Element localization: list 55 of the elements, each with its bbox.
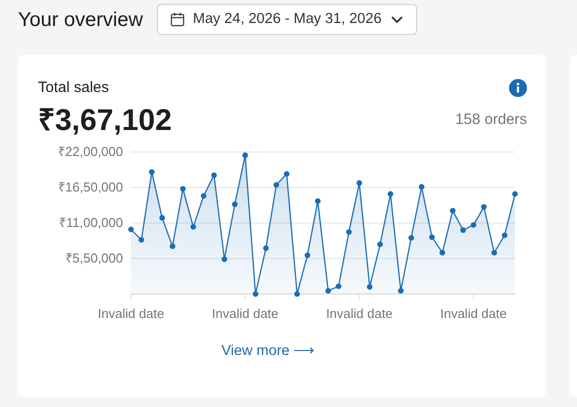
data-point (200, 192, 206, 198)
data-point (356, 180, 362, 186)
total-sales-value: ₹3,67,102 (38, 106, 172, 136)
data-point (170, 242, 176, 249)
data-point (450, 207, 456, 214)
data-point (304, 252, 310, 258)
data-point (429, 234, 435, 240)
data-point (284, 170, 290, 176)
data-point (159, 214, 165, 220)
data-point (418, 184, 424, 190)
x-axis-label: Invalid date (440, 306, 507, 320)
view-more-link[interactable]: View more ⟶ (221, 340, 316, 362)
orders-count: 158 orders (455, 110, 527, 130)
data-point (398, 287, 404, 294)
data-point (128, 226, 134, 232)
data-point (148, 168, 155, 174)
y-axis-label: ₹11,00,000 (59, 214, 123, 230)
data-point (470, 222, 476, 228)
data-point (336, 282, 342, 289)
x-axis-label: Invalid date (326, 306, 393, 320)
calendar-icon (170, 12, 185, 27)
chevron-down-icon (390, 14, 404, 24)
data-point (232, 200, 238, 207)
data-point (190, 224, 196, 230)
data-point (491, 249, 498, 255)
data-point (408, 234, 414, 240)
y-axis-label: ₹22,00,000 (58, 144, 123, 158)
data-point (512, 190, 518, 196)
data-point (388, 190, 394, 196)
data-point (366, 284, 372, 290)
data-point (242, 152, 248, 158)
data-point (346, 228, 352, 234)
data-point (180, 186, 186, 192)
data-point (502, 232, 508, 238)
data-point (138, 236, 144, 242)
data-point (294, 290, 300, 296)
data-point (252, 290, 258, 296)
data-point (274, 182, 280, 188)
data-point (325, 287, 331, 294)
y-axis-label: ₹5,50,000 (65, 250, 123, 265)
data-point (481, 204, 487, 210)
x-axis-label: Invalid date (98, 306, 164, 320)
card-title: Total sales (38, 78, 109, 98)
info-icon[interactable] (509, 79, 527, 98)
x-axis-label: Invalid date (212, 306, 278, 320)
page-title: Your overview (18, 8, 143, 32)
data-point (315, 198, 321, 204)
data-point (460, 226, 466, 232)
data-point (211, 172, 217, 178)
data-point (440, 249, 446, 255)
data-point (377, 241, 383, 247)
data-point (222, 256, 228, 262)
y-axis-label: ₹16,50,000 (58, 179, 123, 194)
data-point (263, 244, 269, 250)
date-range-button[interactable]: May 24, 2026 - May 31, 2026 (156, 4, 417, 35)
